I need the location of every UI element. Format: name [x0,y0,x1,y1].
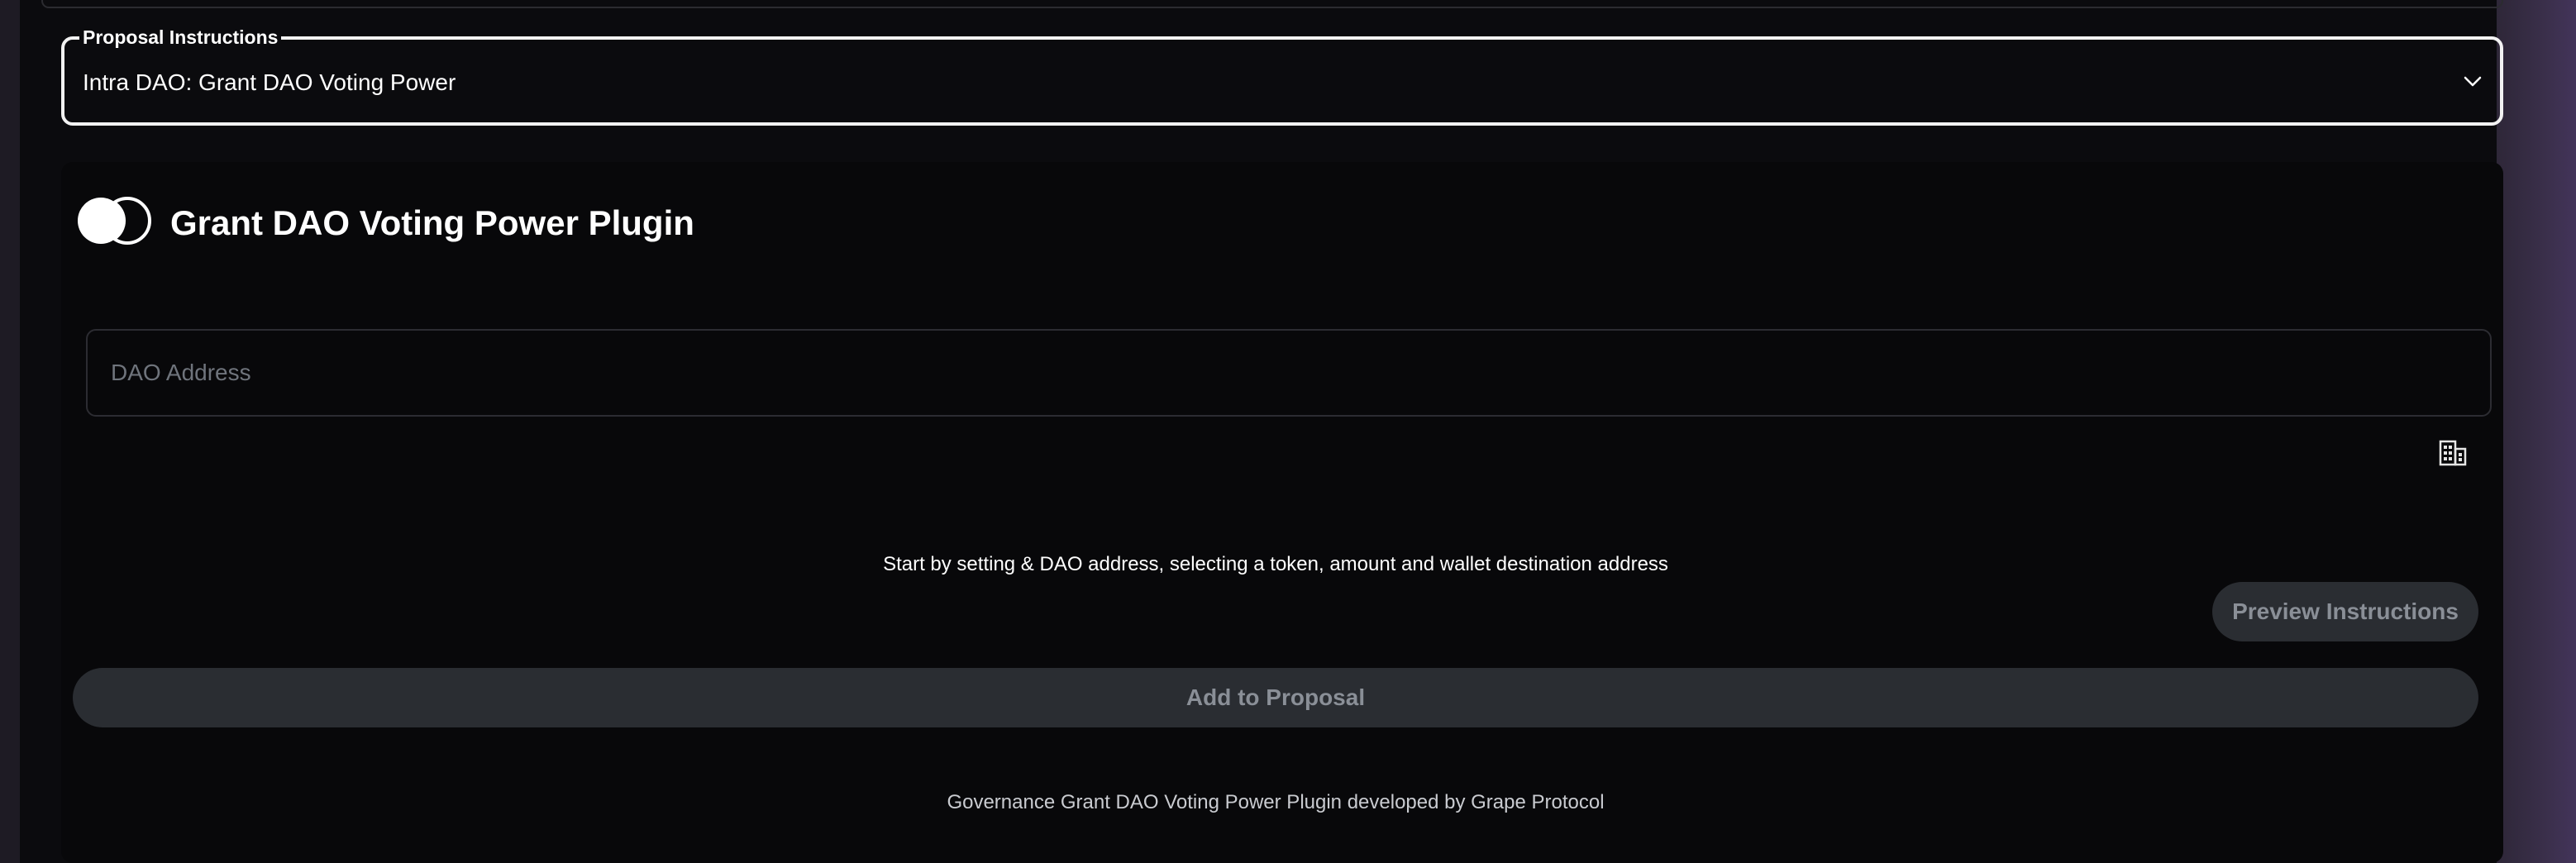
plugin-card [61,162,2503,863]
background-right-edge [2497,0,2576,863]
window-left-edge [0,0,20,863]
instructions-hint: Start by setting & DAO address, selectin… [883,553,1668,575]
preview-instructions-button[interactable]: Preview Instructions [2212,582,2478,641]
previous-field-outline [41,0,2503,8]
proposal-instructions-value: Intra DAO: Grant DAO Voting Power [83,69,456,95]
add-to-proposal-button[interactable]: Add to Proposal [73,668,2478,727]
dao-address-input[interactable] [88,331,2490,415]
plugin-footer: Governance Grant DAO Voting Power Plugin… [947,791,1605,813]
building-icon[interactable] [2439,440,2467,466]
dao-address-field [86,329,2492,417]
plugin-logo-icon [78,197,151,245]
plugin-title: Grant DAO Voting Power Plugin [170,203,694,242]
proposal-instructions-label: Proposal Instructions [79,25,282,50]
chevron-down-icon[interactable] [2462,73,2483,89]
